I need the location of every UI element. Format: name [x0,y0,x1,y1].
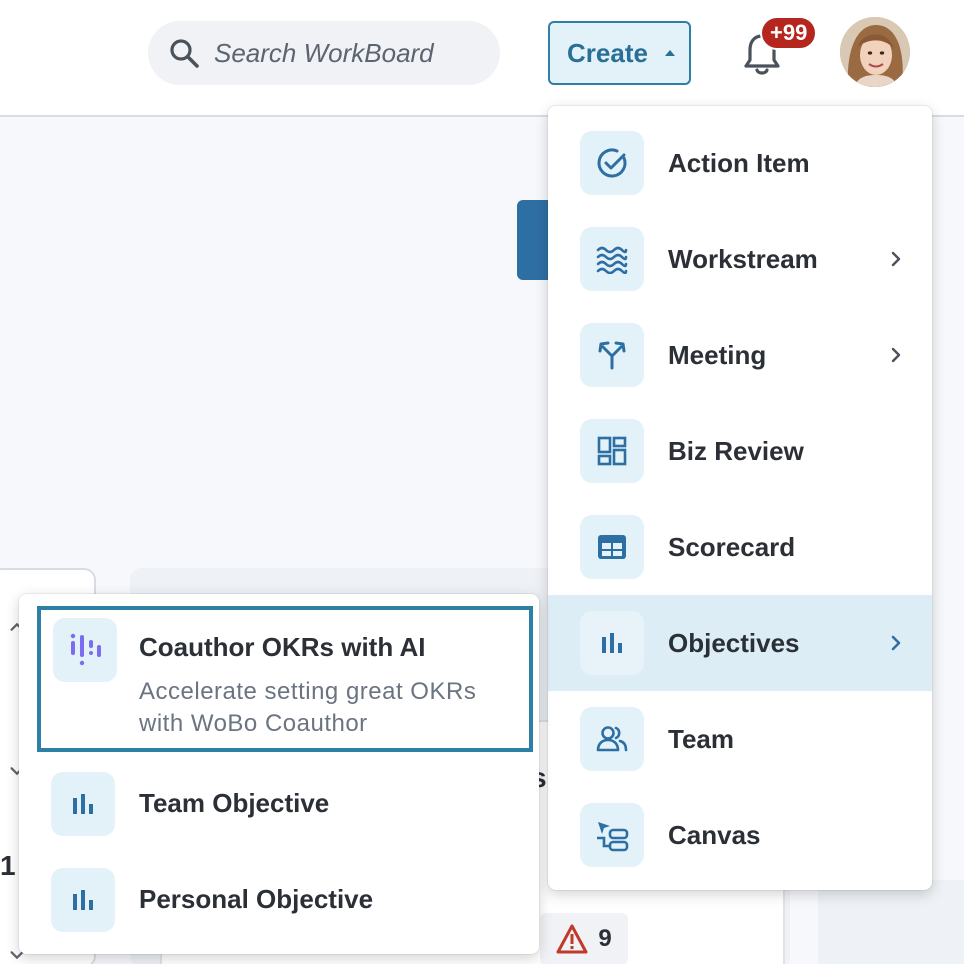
warning-chip[interactable]: 9 [540,913,628,964]
create-button-label: Create [567,37,648,68]
warning-count: 9 [598,925,612,952]
menu-item-workstream[interactable]: Workstream [548,211,932,307]
menu-item-label: Scorecard [668,531,796,562]
waves-icon [580,227,644,291]
menu-item-scorecard[interactable]: Scorecard [548,499,932,595]
coauthor-title: Coauthor OKRs with AI [139,632,426,662]
create-menu: Action Item Workstream Meeting Biz Revie… [548,106,932,890]
menu-item-label: Meeting [668,339,767,370]
team-objective-option[interactable]: Team Objective [19,756,539,852]
menu-item-label: Workstream [668,243,818,274]
chevron-right-icon [891,251,901,267]
bar-chart-icon [51,772,115,836]
coauthor-description: Accelerate setting great OKRs with WoBo … [139,678,477,737]
menu-item-action-item[interactable]: Action Item [548,115,932,211]
search-placeholder: Search WorkBoard [214,37,434,68]
app-root: 1 s 9 Search WorkBoard Create [0,0,964,964]
background-right-strip [818,880,964,964]
ai-sparkle-icon [53,618,117,682]
dashboard-grid-icon [580,419,644,483]
menu-item-team[interactable]: Team [548,691,932,787]
menu-item-canvas[interactable]: Canvas [548,787,932,883]
top-bar: Search WorkBoard Create +99 [0,0,964,117]
canvas-icon [580,803,644,867]
team-objective-label: Team Objective [139,788,330,818]
notification-badge: +99 [760,16,818,50]
avatar[interactable] [840,17,910,87]
objectives-submenu: Coauthor OKRs with AI Accelerate setting… [19,594,539,954]
warning-icon [556,924,588,954]
search-input[interactable]: Search WorkBoard [148,21,500,85]
menu-item-label: Team [668,723,734,754]
bar-chart-icon [51,868,115,932]
menu-item-objectives[interactable]: Objectives [548,595,932,691]
personal-objective-label: Personal Objective [139,884,374,914]
coauthor-okrs-ai-option[interactable]: Coauthor OKRs with AI Accelerate setting… [37,606,533,752]
people-icon [580,707,644,771]
check-circle-icon [580,131,644,195]
split-arrows-icon [580,323,644,387]
search-icon [170,39,199,68]
table-icon [580,515,644,579]
menu-item-label: Objectives [668,627,800,658]
create-button[interactable]: Create [548,21,691,85]
menu-item-label: Canvas [668,819,761,850]
chevron-right-icon [891,347,901,363]
avatar-photo [840,17,910,87]
bar-chart-icon [580,611,644,675]
menu-item-label: Action Item [668,147,810,178]
chevron-right-icon [891,635,901,651]
menu-item-label: Biz Review [668,435,804,466]
personal-objective-option[interactable]: Personal Objective [19,852,539,948]
caret-up-icon [664,50,675,56]
menu-item-meeting[interactable]: Meeting [548,307,932,403]
menu-item-biz-review[interactable]: Biz Review [548,403,932,499]
background-number-fragment: 1 [0,850,16,881]
